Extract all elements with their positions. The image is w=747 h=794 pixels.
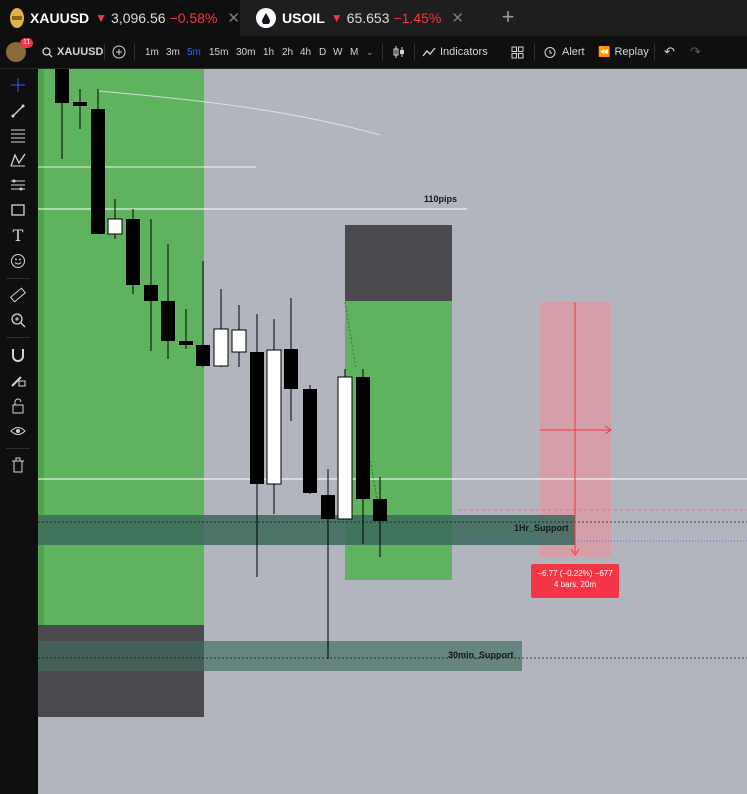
candle [337, 369, 353, 520]
top-toolbar: 11 XAUUSD 1m 3m 5m 15m 30m 1h 2h 4h D W … [0, 36, 747, 69]
fib-retracement-icon[interactable] [8, 125, 28, 145]
tab-price: 3,096.56 [111, 10, 166, 26]
lock-drawing-icon[interactable] [8, 370, 28, 390]
replay-label: Replay [614, 46, 649, 58]
tab-change: −1.45% [393, 10, 442, 26]
new-tab-button[interactable]: + [496, 6, 520, 30]
trendline-icon[interactable] [8, 101, 28, 121]
symbol-search-button[interactable]: XAUUSD [42, 36, 103, 68]
emoji-icon[interactable] [8, 251, 28, 271]
tab-xauusd[interactable]: XAUUSD ▼ 3,096.56 −0.58% ✕ [0, 0, 240, 36]
support-1hr-label: 1Hr_Support [514, 523, 569, 533]
tab-symbol: USOIL [282, 10, 325, 26]
down-arrow-icon: ▼ [95, 11, 108, 25]
alarm-clock-icon [544, 47, 556, 58]
close-icon[interactable]: ✕ [451, 9, 464, 27]
candle [213, 289, 229, 367]
magnet-icon[interactable] [8, 345, 28, 365]
timeframe-1h[interactable]: 1h [263, 36, 274, 68]
tab-bar: XAUUSD ▼ 3,096.56 −0.58% ✕ USOIL ▼ 65.65… [0, 0, 747, 36]
timeframe-30m[interactable]: 30m [236, 36, 255, 68]
prediction-icon[interactable] [8, 175, 28, 195]
tab-change: −0.58% [169, 10, 218, 26]
redo-button[interactable]: ↷ [690, 36, 701, 68]
lock-icon[interactable] [8, 396, 28, 416]
indicators-button[interactable]: Indicators [422, 36, 488, 68]
compare-button[interactable] [112, 36, 126, 68]
text-icon[interactable]: T [8, 225, 28, 245]
notification-badge: 11 [20, 38, 34, 48]
eye-icon[interactable] [8, 421, 28, 441]
alert-label: Alert [562, 46, 585, 58]
candles-icon [393, 46, 404, 58]
oil-drop-icon [256, 8, 276, 28]
timeframe-3m[interactable]: 3m [166, 36, 180, 68]
gold-coin-icon [10, 8, 25, 28]
search-icon [42, 46, 53, 57]
support-1hr-zone [38, 515, 575, 545]
replay-button[interactable]: ⏪ Replay [598, 36, 649, 68]
candle [91, 89, 105, 234]
chart-canvas[interactable] [38, 69, 747, 794]
chart-type-button[interactable] [392, 36, 406, 68]
tab-price: 65.653 [346, 10, 390, 26]
indicators-icon [422, 47, 436, 57]
indicators-label: Indicators [440, 46, 488, 58]
chart-area[interactable]: 110pips 1Hr_Support 30min_Support −6.77 … [38, 69, 747, 794]
timeframe-4h[interactable]: 4h [300, 36, 311, 68]
pips-label: 110pips [424, 194, 458, 204]
rewind-icon: ⏪ [598, 46, 611, 58]
tab-usoil[interactable]: USOIL ▼ 65.653 −1.45% ✕ [246, 0, 486, 36]
timeframe-1m[interactable]: 1m [145, 36, 159, 68]
measure-line1: −6.77 (−0.22%) −677 [537, 569, 613, 578]
ruler-icon[interactable] [8, 285, 28, 305]
toolbar-symbol: XAUUSD [57, 46, 104, 58]
candle [321, 469, 335, 659]
add-circle-icon [112, 45, 126, 59]
tab-symbol: XAUUSD [30, 10, 90, 26]
candle [231, 305, 247, 367]
timeframe-m[interactable]: M [350, 36, 358, 68]
user-avatar[interactable]: 11 [6, 36, 34, 68]
crosshair-icon[interactable] [8, 75, 28, 95]
trash-icon[interactable] [8, 455, 28, 475]
candle [284, 298, 298, 421]
candle [266, 319, 282, 514]
grid-icon [511, 46, 524, 58]
stop-loss-box [345, 225, 452, 301]
down-arrow-icon: ▼ [330, 11, 343, 25]
rectangle-icon[interactable] [8, 200, 28, 220]
timeframe-15m[interactable]: 15m [209, 36, 228, 68]
timeframe-2h[interactable]: 2h [282, 36, 293, 68]
timeframe-w[interactable]: W [333, 36, 342, 68]
candle [303, 385, 317, 494]
chevron-down-icon[interactable]: ⌄ [366, 36, 374, 68]
alert-button[interactable]: Alert [543, 36, 585, 68]
undo-button[interactable]: ↶ [664, 36, 675, 68]
timeframe-d[interactable]: D [319, 36, 326, 68]
candle [126, 209, 140, 294]
timeframe-5m[interactable]: 5m [187, 36, 201, 68]
drawing-toolbar: T [0, 69, 36, 794]
pattern-icon[interactable] [8, 150, 28, 170]
undo-icon: ↶ [664, 44, 675, 59]
measure-tooltip: −6.77 (−0.22%) −677 4 bars, 20m [531, 564, 619, 598]
layouts-button[interactable] [511, 36, 524, 68]
measure-line2: 4 bars, 20m [553, 580, 597, 589]
close-icon[interactable]: ✕ [227, 9, 240, 27]
zoom-icon[interactable] [8, 310, 28, 330]
redo-icon: ↷ [690, 44, 701, 59]
support-30min-label: 30min_Support [448, 650, 514, 660]
